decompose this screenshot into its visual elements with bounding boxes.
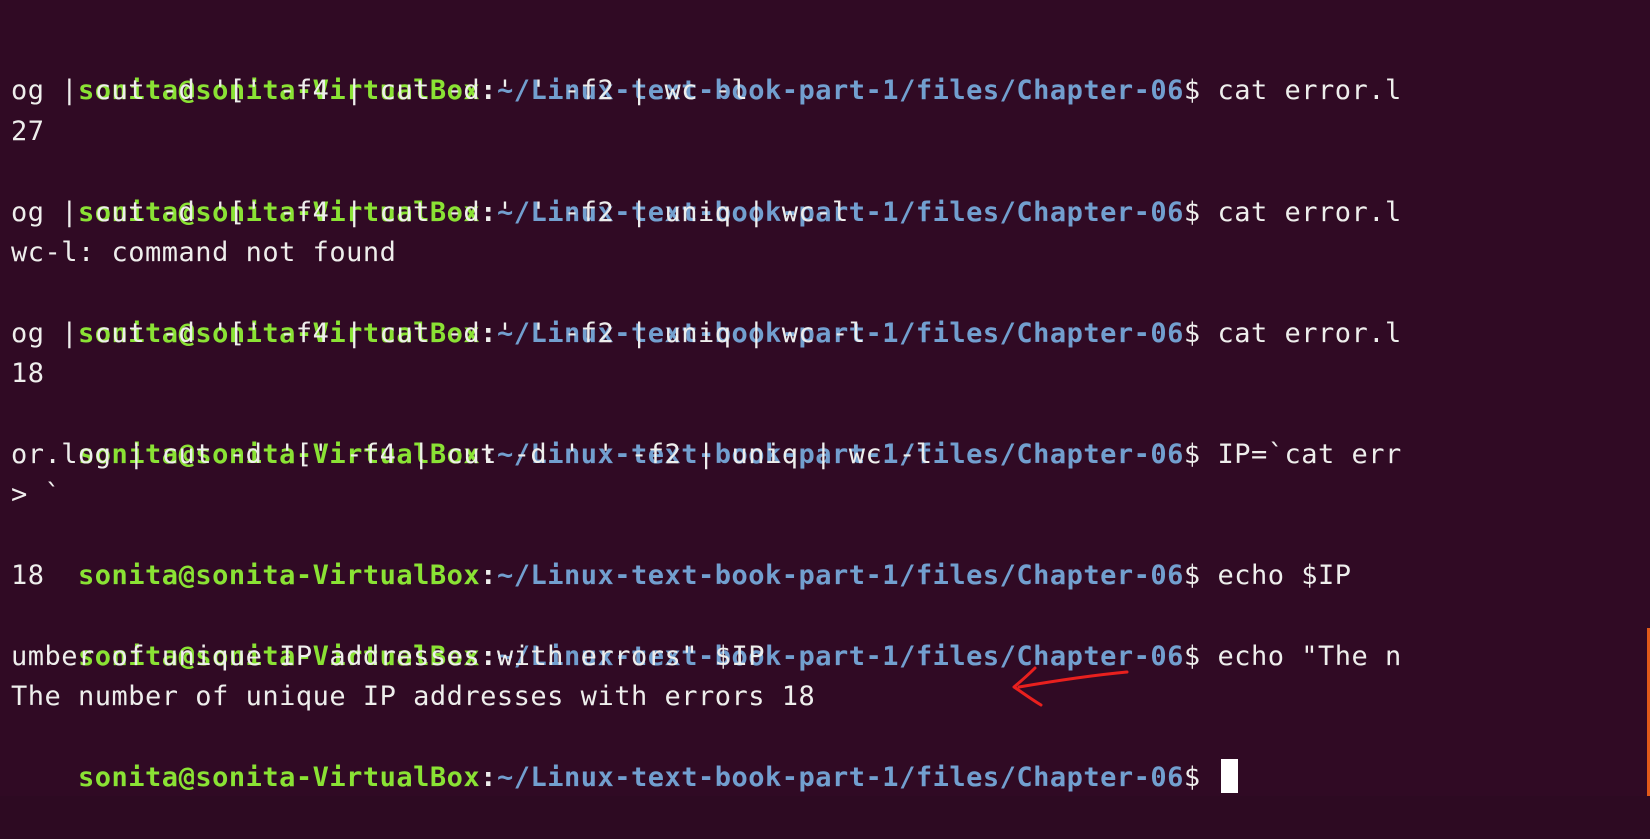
prompt-symbol: $	[1183, 560, 1218, 592]
prompt-separator: :	[480, 762, 497, 794]
prompt-user-host: sonita@sonita-VirtualBox	[78, 560, 481, 592]
terminal-line: sonita@sonita-VirtualBox:~/Linux-text-bo…	[11, 273, 1650, 349]
command-text: cat error.l	[1217, 196, 1402, 228]
prompt-symbol: $	[1183, 317, 1218, 349]
terminal-line: og | cut -d '[' -f4 | cut -d ' ' -f2 | u…	[11, 317, 866, 349]
command-output: 18	[11, 358, 45, 390]
command-text: echo "The n	[1217, 640, 1402, 672]
terminal-line: sonita@sonita-VirtualBox:~/Linux-text-bo…	[11, 516, 1650, 591]
annotation-arrow-icon	[1012, 666, 1129, 707]
command-text: echo $IP	[1217, 560, 1352, 592]
prompt-path: ~/Linux-text-book-part-1/files/Chapter-0…	[496, 560, 1184, 592]
terminal-line: or.log | cut -d '[' -f4 | cut -d ' ' -f2…	[11, 438, 933, 470]
command-output: The number of unique IP addresses with e…	[11, 681, 816, 713]
prompt-symbol: $	[1183, 438, 1218, 470]
terminal-window[interactable]: sonita@sonita-VirtualBox:~/Linux-text-bo…	[0, 0, 1650, 796]
continuation-prompt: > `	[11, 479, 62, 511]
prompt-symbol: $	[1183, 196, 1218, 228]
prompt-separator: :	[480, 560, 497, 592]
prompt-user-host: sonita@sonita-VirtualBox	[78, 762, 481, 794]
prompt-symbol: $	[1183, 762, 1218, 794]
prompt-symbol: $	[1183, 75, 1218, 107]
terminal-line[interactable]: sonita@sonita-VirtualBox:~/Linux-text-bo…	[11, 718, 1650, 794]
command-text: cat error.l	[1217, 75, 1402, 107]
terminal-line: sonita@sonita-VirtualBox:~/Linux-text-bo…	[11, 395, 1650, 470]
command-output: 27	[11, 115, 45, 147]
command-output: wc-l: command not found	[11, 236, 397, 268]
command-text: cat error.l	[1217, 317, 1402, 349]
command-text: IP=`cat err	[1217, 438, 1402, 470]
text-cursor[interactable]	[1221, 759, 1239, 794]
terminal-line: sonita@sonita-VirtualBox:~/Linux-text-bo…	[11, 31, 1650, 106]
terminal-line: og | cut -d '[' -f4 | cut -d ' ' -f2 | u…	[11, 196, 849, 228]
terminal-line: sonita@sonita-VirtualBox:~/Linux-text-bo…	[11, 596, 1650, 672]
prompt-path: ~/Linux-text-book-part-1/files/Chapter-0…	[496, 762, 1184, 794]
terminal-line: sonita@sonita-VirtualBox:~/Linux-text-bo…	[11, 152, 1650, 228]
prompt-symbol: $	[1183, 640, 1218, 672]
